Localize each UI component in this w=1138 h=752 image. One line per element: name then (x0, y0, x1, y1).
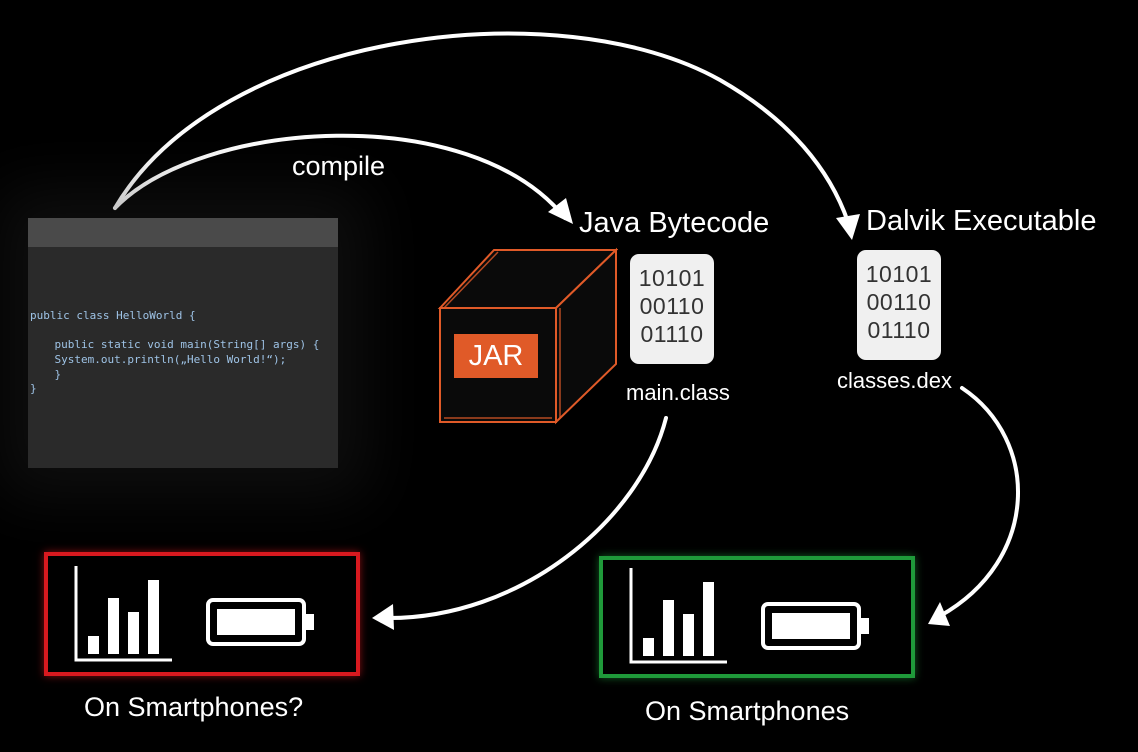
code-body: public class HelloWorld { public static … (28, 247, 338, 468)
code-line: public static void main(String[] args) { (28, 338, 320, 351)
on-smartphones-question-label: On Smartphones? (84, 692, 304, 722)
classes-dex-binary-card: 10101 00110 01110 (857, 250, 941, 360)
battery-icon (206, 598, 314, 646)
code-line: } (28, 368, 62, 381)
dex-to-good-arrow (938, 386, 1020, 618)
java-bytecode-label: Java Bytecode (579, 207, 770, 239)
code-line: } (30, 382, 37, 395)
dex-arrow (113, 31, 850, 224)
battery-icon (761, 602, 869, 650)
main-class-label: main.class (626, 380, 730, 405)
dalvik-executable-label: Dalvik Executable (866, 205, 1097, 237)
code-line: System.out.println(„Hello World!“); (28, 353, 287, 366)
good-result-box (599, 556, 915, 678)
code-editor-window: public class HelloWorld { public static … (28, 218, 338, 468)
code-line: public class HelloWorld { (30, 309, 196, 322)
bar-chart-icon (629, 568, 727, 664)
on-smartphones-label: On Smartphones (645, 696, 850, 726)
binary-line: 00110 (639, 293, 705, 319)
binary-line: 01110 (867, 317, 931, 343)
binary-line: 01110 (640, 321, 704, 347)
binary-line: 10101 (638, 265, 706, 291)
compile-label: compile (292, 151, 386, 181)
class-to-bad-arrowhead (372, 604, 394, 630)
bad-result-box (44, 552, 360, 676)
code-editor-titlebar (28, 218, 338, 247)
binary-line: 00110 (866, 289, 932, 315)
classes-dex-label: classes.dex (837, 368, 952, 393)
jar-label: JAR (454, 334, 538, 378)
main-class-binary-card: 10101 00110 01110 (630, 254, 714, 364)
bar-chart-icon (74, 566, 172, 662)
dex-arrowhead (836, 214, 860, 240)
binary-line: 10101 (865, 261, 933, 287)
